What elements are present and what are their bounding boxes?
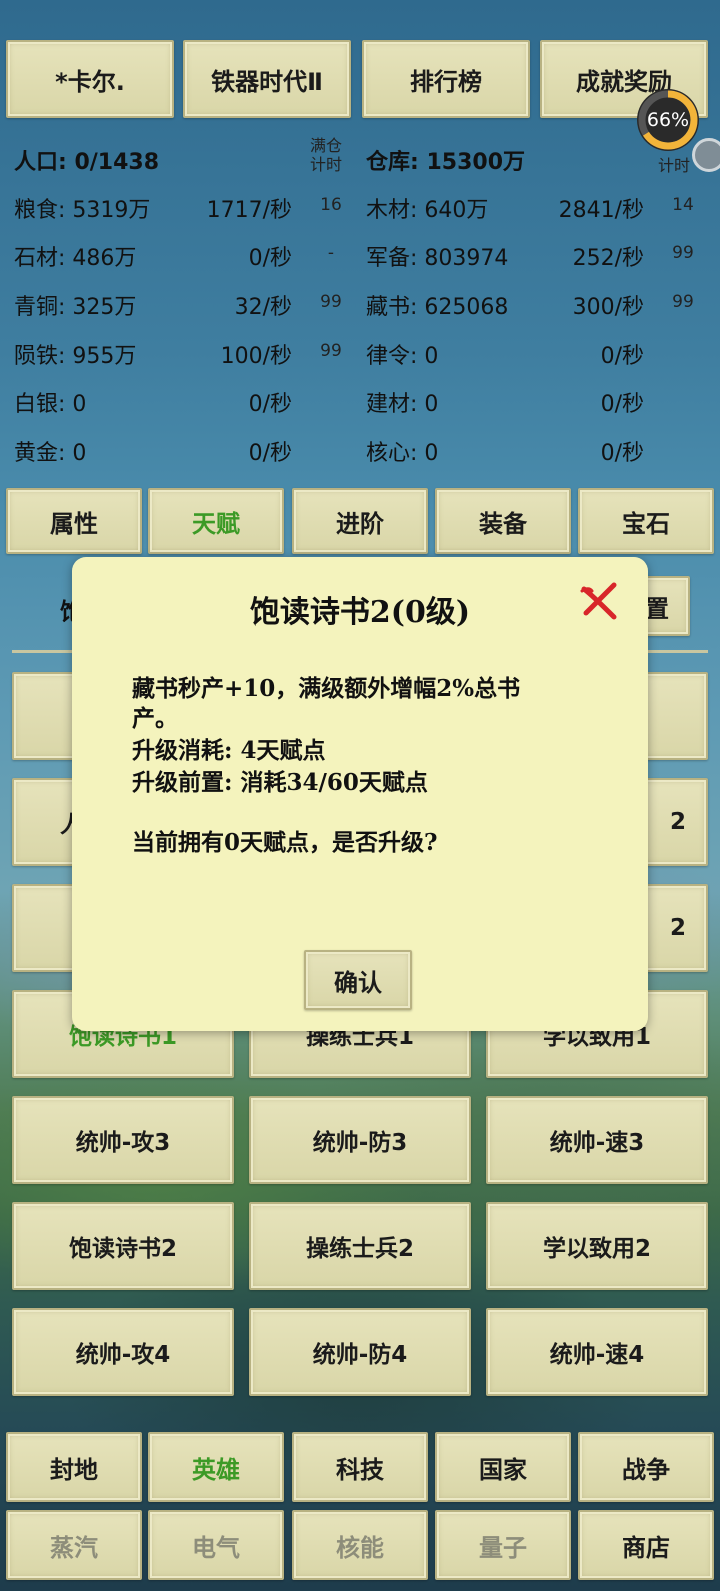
full-timer-header: 满仓 计时 bbox=[304, 136, 348, 174]
dialog-desc-line-2: 产。 bbox=[132, 705, 178, 732]
left-resource-timer: 16 bbox=[320, 195, 342, 215]
nav-steam[interactable]: 蒸汽 bbox=[6, 1510, 142, 1580]
nav-fief[interactable]: 封地 bbox=[6, 1432, 142, 1502]
left-resource-timer: 99 bbox=[320, 292, 342, 312]
talent-command-defense-4[interactable]: 统帅-防4 bbox=[249, 1308, 471, 1396]
full-timer-label-1: 满仓 bbox=[309, 136, 342, 155]
dialog-confirm-question: 当前拥有0天赋点，是否升级? bbox=[132, 829, 438, 856]
tab-equipment[interactable]: 装备 bbox=[435, 488, 571, 554]
progress-ring[interactable]: 66% bbox=[634, 86, 702, 154]
nav-tech[interactable]: 科技 bbox=[292, 1432, 428, 1502]
talent-command-defense-3[interactable]: 统帅-防3 bbox=[249, 1096, 471, 1184]
left-resource-timer: - bbox=[327, 243, 335, 263]
right-resource-name: 藏书: 625068 bbox=[366, 295, 509, 320]
right-resource-rate: 300/秒 bbox=[572, 295, 644, 320]
dialog-upgrade-prerequisite: 升级前置: 消耗34/60天赋点 bbox=[132, 769, 428, 796]
leaderboard-button[interactable]: 排行榜 bbox=[362, 40, 530, 118]
talent-train-soldiers-2[interactable]: 操练士兵2 bbox=[249, 1202, 471, 1290]
player-name-button[interactable]: *卡尔. bbox=[6, 40, 174, 118]
dialog-upgrade-cost: 升级消耗: 4天赋点 bbox=[132, 737, 326, 764]
confirm-button[interactable]: 确认 bbox=[304, 950, 412, 1010]
progress-percent: 66% bbox=[646, 109, 690, 131]
nav-nuclear[interactable]: 核能 bbox=[292, 1510, 428, 1580]
era-button[interactable]: 铁器时代Ⅱ bbox=[183, 40, 351, 118]
left-resource-name: 白银: 0 bbox=[14, 392, 87, 417]
talent-hidden-6-label: 2 bbox=[669, 915, 686, 941]
talent-command-speed-3[interactable]: 统帅-速3 bbox=[486, 1096, 708, 1184]
left-resource-rate: 0/秒 bbox=[248, 392, 292, 417]
nav-hero[interactable]: 英雄 bbox=[148, 1432, 284, 1502]
left-resource-name: 陨铁: 955万 bbox=[14, 344, 137, 369]
left-resource-rate: 0/秒 bbox=[248, 441, 292, 466]
right-resource-timer: 99 bbox=[672, 243, 694, 263]
talent-apply-learning-2[interactable]: 学以致用2 bbox=[486, 1202, 708, 1290]
close-icon[interactable] bbox=[578, 579, 620, 621]
talent-read-books-2[interactable]: 饱读诗书2 bbox=[12, 1202, 234, 1290]
nav-war[interactable]: 战争 bbox=[578, 1432, 714, 1502]
left-resource-name: 石材: 486万 bbox=[14, 246, 137, 271]
left-resource-timer: 99 bbox=[320, 341, 342, 361]
nav-nation[interactable]: 国家 bbox=[435, 1432, 571, 1502]
right-resource-rate: 2841/秒 bbox=[558, 198, 644, 223]
left-resource-name: 青铜: 325万 bbox=[14, 295, 137, 320]
left-resource-name: 黄金: 0 bbox=[14, 441, 87, 466]
left-resource-rate: 32/秒 bbox=[234, 295, 292, 320]
right-resource-name: 木材: 640万 bbox=[366, 198, 489, 223]
left-resource-name: 粮食: 5319万 bbox=[14, 198, 151, 223]
left-resource-rate: 1717/秒 bbox=[206, 198, 292, 223]
right-resource-timer: 99 bbox=[672, 292, 694, 312]
reset-button-label: 置 bbox=[645, 594, 669, 623]
tab-attributes[interactable]: 属性 bbox=[6, 488, 142, 554]
right-resource-rate: 252/秒 bbox=[572, 246, 644, 271]
left-resource-rate: 0/秒 bbox=[248, 246, 292, 271]
talent-command-attack-3[interactable]: 统帅-攻3 bbox=[12, 1096, 234, 1184]
right-resource-timer: 14 bbox=[672, 195, 694, 215]
talent-command-attack-4[interactable]: 统帅-攻4 bbox=[12, 1308, 234, 1396]
tab-gems[interactable]: 宝石 bbox=[578, 488, 714, 554]
right-resource-rate: 0/秒 bbox=[600, 441, 644, 466]
tab-talent[interactable]: 天赋 bbox=[148, 488, 284, 554]
right-resource-name: 军备: 803974 bbox=[366, 246, 509, 271]
right-resource-rate: 0/秒 bbox=[600, 392, 644, 417]
right-timer-label: 计时 bbox=[657, 156, 690, 175]
dialog-desc-line-1: 藏书秒产+10，满级额外增幅2%总书 bbox=[132, 675, 521, 702]
talent-upgrade-dialog: 饱读诗书2(0级) 藏书秒产+10，满级额外增幅2%总书 产。 升级消耗: 4天… bbox=[72, 557, 648, 1031]
full-timer-label-2: 计时 bbox=[309, 155, 342, 174]
warehouse-label: 仓库: 15300万 bbox=[366, 150, 525, 175]
talent-command-speed-4[interactable]: 统帅-速4 bbox=[486, 1308, 708, 1396]
nav-electric[interactable]: 电气 bbox=[148, 1510, 284, 1580]
right-resource-name: 核心: 0 bbox=[366, 441, 439, 466]
nav-shop[interactable]: 商店 bbox=[578, 1510, 714, 1580]
population-label: 人口: 0/1438 bbox=[14, 150, 160, 175]
left-resource-rate: 100/秒 bbox=[220, 344, 292, 369]
right-resource-rate: 0/秒 bbox=[600, 344, 644, 369]
right-resource-name: 律令: 0 bbox=[366, 344, 439, 369]
tab-advance[interactable]: 进阶 bbox=[292, 488, 428, 554]
talent-hidden-4-label: 2 bbox=[669, 809, 686, 835]
nav-quantum[interactable]: 量子 bbox=[435, 1510, 571, 1580]
dialog-title: 饱读诗书2(0级) bbox=[249, 595, 471, 630]
right-resource-name: 建材: 0 bbox=[366, 392, 439, 417]
